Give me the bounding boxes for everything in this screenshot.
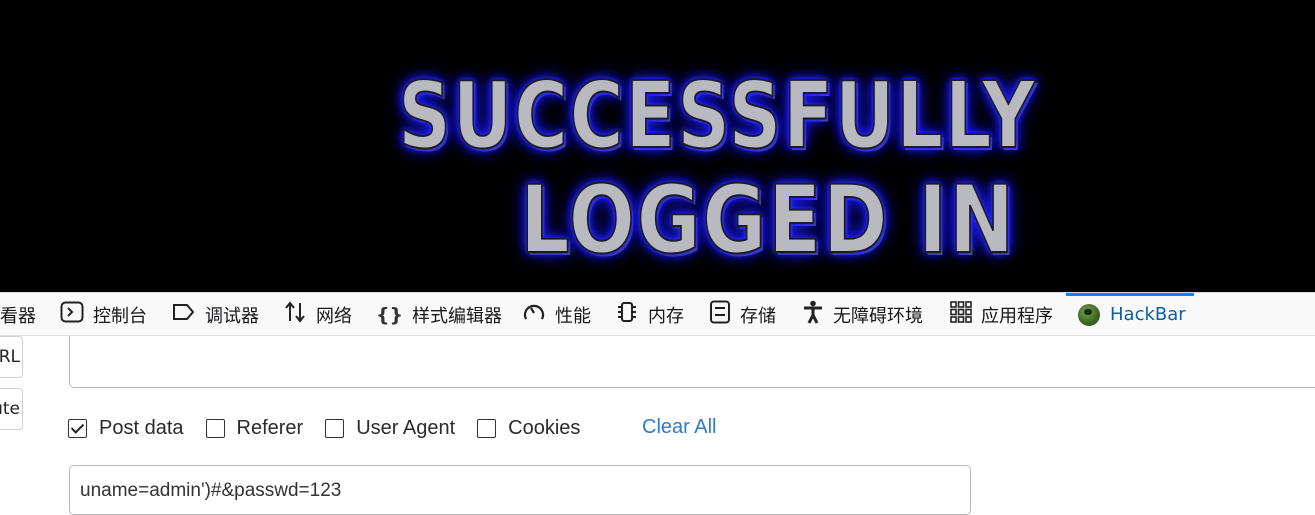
option-user-agent[interactable]: User Agent — [325, 417, 455, 440]
tab-label: 应用程序 — [981, 305, 1053, 327]
network-icon — [283, 301, 307, 328]
accessibility-icon — [802, 300, 824, 329]
option-post-data[interactable]: Post data — [68, 417, 184, 440]
tab-hackbar[interactable]: HackBar — [1066, 293, 1194, 333]
style-editor-icon: {} — [376, 303, 404, 326]
cookies-checkbox[interactable] — [477, 418, 497, 438]
tab-label: 网络 — [316, 305, 352, 327]
option-label: User Agent — [356, 416, 456, 439]
banner-line-1: SUCCESSFULLY — [397, 61, 1037, 170]
option-label: Cookies — [508, 416, 581, 439]
tab-inspector[interactable]: 看器 — [0, 293, 36, 336]
storage-icon — [709, 300, 731, 329]
tab-application[interactable]: 应用程序 — [950, 293, 1053, 336]
url-input[interactable] — [69, 336, 1315, 388]
option-label: Post data — [99, 416, 184, 439]
load-url-button[interactable]: URL — [0, 336, 23, 378]
tab-label: 控制台 — [93, 305, 147, 327]
performance-icon — [522, 301, 546, 328]
tab-network[interactable]: 网络 — [283, 293, 352, 336]
hackbar-panel: URL ute Post data Referer User Agent Coo… — [0, 336, 1315, 515]
tab-label: HackBar — [1110, 304, 1186, 325]
console-icon — [60, 301, 84, 328]
hackbar-logo-icon — [1078, 303, 1100, 326]
post-data-input[interactable]: uname=admin')#&passwd=123 — [69, 465, 971, 515]
tab-label: 调试器 — [205, 305, 259, 327]
referer-checkbox[interactable] — [205, 418, 225, 438]
tab-accessibility[interactable]: 无障碍环境 — [802, 293, 923, 336]
tab-debugger[interactable]: 调试器 — [172, 293, 259, 336]
tab-label: 无障碍环境 — [833, 305, 923, 327]
login-success-banner: SUCCESSFULLY LOGGED IN — [0, 0, 1315, 292]
option-referer[interactable]: Referer — [205, 416, 304, 440]
tab-label: 内存 — [648, 305, 684, 327]
debugger-icon — [172, 302, 196, 327]
tab-memory[interactable]: 内存 — [615, 293, 684, 336]
option-label: Referer — [236, 416, 304, 439]
option-cookies[interactable]: Cookies — [477, 417, 580, 440]
user-agent-checkbox[interactable] — [325, 418, 345, 438]
tab-label: 看器 — [0, 305, 36, 327]
tab-label: 存储 — [740, 305, 776, 327]
memory-icon — [615, 301, 639, 328]
request-options: Post data Referer User Agent Cookies — [68, 416, 602, 440]
tab-label: 样式编辑器 — [412, 305, 503, 327]
tab-label: 性能 — [555, 305, 591, 327]
tab-console[interactable]: 控制台 — [60, 293, 147, 336]
banner-line-2: LOGGED IN — [519, 165, 1016, 276]
clear-all-link[interactable]: Clear All — [642, 416, 716, 439]
tab-storage[interactable]: 存储 — [709, 293, 776, 336]
tab-performance[interactable]: 性能 — [522, 293, 591, 336]
devtools-tab-bar: 看器 控制台 调试器 网络 {} 样式编辑器 性能 内存 存储 无障碍环境 应用… — [0, 292, 1315, 336]
application-icon — [950, 301, 972, 328]
post-data-checkbox[interactable] — [68, 418, 87, 438]
execute-button[interactable]: ute — [0, 388, 23, 430]
tab-style-editor[interactable]: {} 样式编辑器 — [376, 293, 502, 336]
